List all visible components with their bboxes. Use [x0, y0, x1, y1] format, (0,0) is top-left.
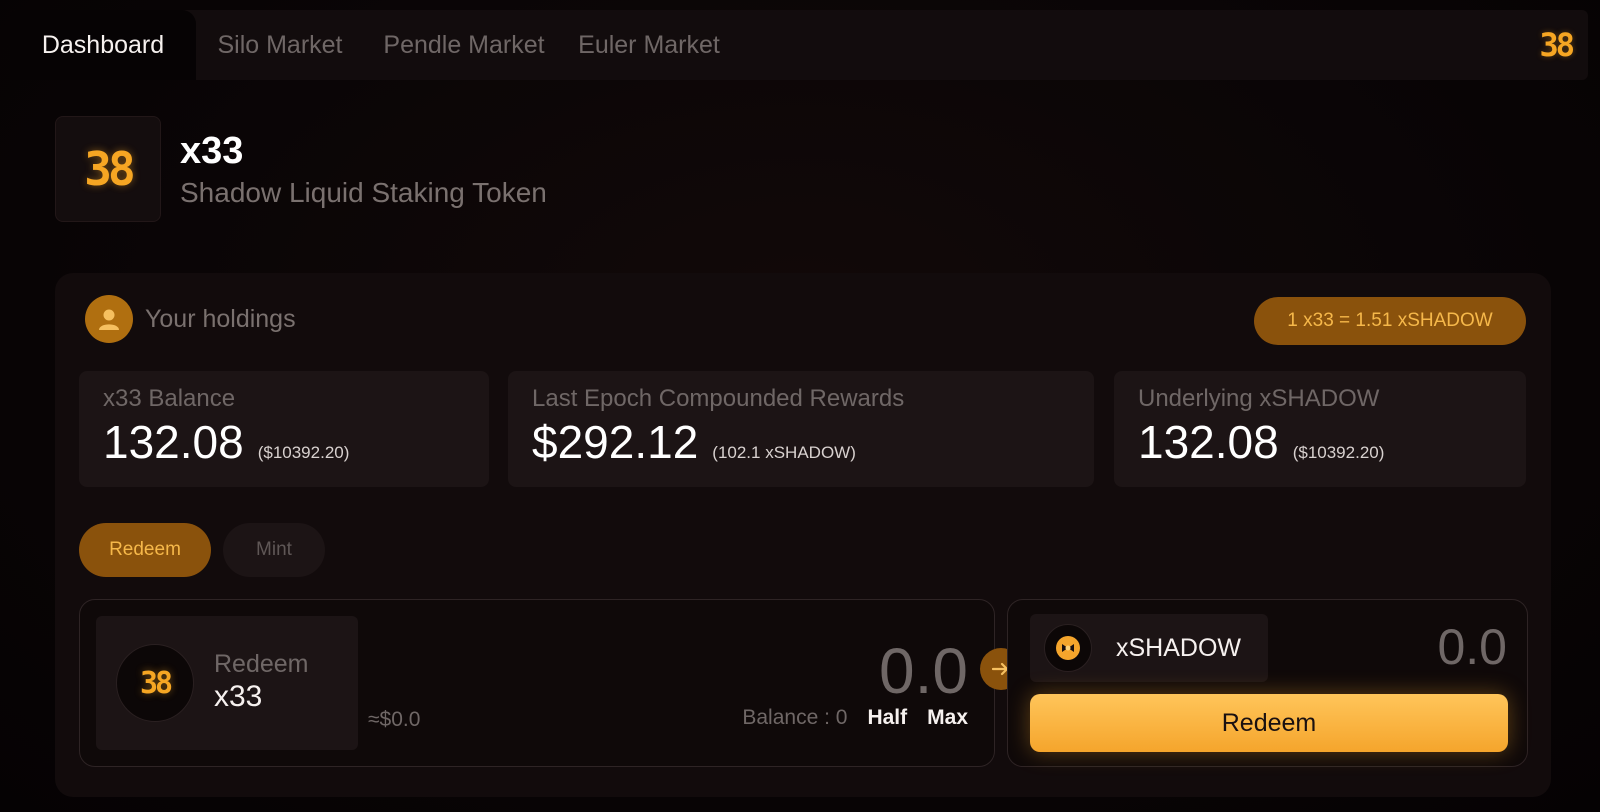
input-action-label: Redeem — [214, 650, 309, 678]
stat-title: x33 Balance — [103, 385, 236, 412]
token-logo: 38 — [55, 116, 161, 222]
balance-text: Balance : 0 — [742, 706, 848, 729]
redeem-button[interactable]: Redeem — [1030, 694, 1508, 752]
holdings-label: Your holdings — [145, 305, 296, 333]
stat-usd-value: ($10392.20) — [1292, 443, 1385, 462]
stat-usd-value: ($10392.20) — [257, 443, 350, 462]
amount-input[interactable] — [668, 634, 968, 708]
x33-logo-icon: 38 — [84, 142, 135, 196]
holdings-card: Your holdings 1 x33 = 1.51 xSHADOW x33 B… — [55, 273, 1551, 797]
token-name: x33 — [180, 130, 244, 172]
x33-token-icon: 38 — [116, 644, 194, 722]
tab-pendle-market[interactable]: Pendle Market — [364, 10, 564, 80]
tab-silo-market[interactable]: Silo Market — [196, 10, 364, 80]
user-icon — [85, 295, 133, 343]
redeem-output-panel: xSHADOW 0.0 Redeem — [1007, 599, 1528, 767]
app-frame: Dashboard Silo Market Pendle Market Eule… — [0, 0, 1600, 812]
xshadow-token-icon — [1044, 624, 1092, 672]
mint-mode-button[interactable]: Mint — [223, 523, 325, 577]
output-token-label: xSHADOW — [1116, 634, 1241, 662]
usd-estimate: ≈$0.0 — [368, 708, 421, 731]
x33-logo-icon: 38 — [139, 665, 173, 701]
token-description: Shadow Liquid Staking Token — [180, 177, 547, 208]
stat-title: Underlying xSHADOW — [1138, 385, 1380, 412]
tab-euler-market[interactable]: Euler Market — [564, 10, 734, 80]
stat-value: 132.08 — [1138, 416, 1279, 468]
brand-logo[interactable]: 38 — [1539, 26, 1574, 64]
stat-token-value: (102.1 xSHADOW) — [712, 443, 856, 462]
output-amount: 0.0 — [1437, 619, 1507, 675]
stat-title: Last Epoch Compounded Rewards — [532, 385, 905, 412]
stat-x33-balance: x33 Balance 132.08 ($10392.20) — [79, 371, 489, 487]
redeem-input-panel: 38 Redeem x33 ≈$0.0 Balance : 0 Half Max — [79, 599, 995, 767]
input-token-label: x33 — [214, 680, 263, 713]
output-token-selector[interactable]: xSHADOW — [1030, 614, 1268, 682]
exchange-rate-badge: 1 x33 = 1.51 xSHADOW — [1254, 297, 1526, 345]
tab-dashboard[interactable]: Dashboard — [10, 10, 196, 80]
half-button[interactable]: Half — [867, 706, 907, 730]
stat-compounded-rewards: Last Epoch Compounded Rewards $292.12 (1… — [508, 371, 1094, 487]
max-button[interactable]: Max — [927, 706, 968, 730]
stat-value: 132.08 — [103, 416, 244, 468]
stat-underlying-xshadow: Underlying xSHADOW 132.08 ($10392.20) — [1114, 371, 1526, 487]
stat-value: $292.12 — [532, 416, 699, 468]
balance-row: Balance : 0 Half Max — [742, 706, 968, 730]
redeem-mode-button[interactable]: Redeem — [79, 523, 211, 577]
top-navigation: Dashboard Silo Market Pendle Market Eule… — [10, 10, 1588, 80]
input-token-selector[interactable]: 38 Redeem x33 — [96, 616, 358, 750]
